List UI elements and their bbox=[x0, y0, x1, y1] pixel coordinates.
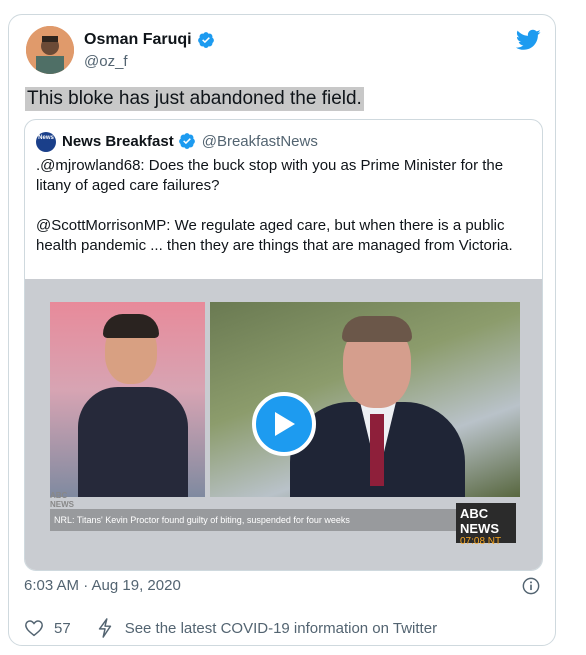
video-player[interactable]: ABC NEWS NRL: Titans' Kevin Proctor foun… bbox=[25, 279, 542, 570]
author-handle[interactable]: @oz_f bbox=[84, 53, 128, 70]
ticker-logo: ABC NEWS bbox=[50, 491, 74, 509]
quoted-author-avatar[interactable]: News bbox=[36, 132, 56, 152]
tweet-timestamp[interactable]: 6:03 AM · Aug 19, 2020 bbox=[24, 577, 181, 594]
tweet-card: Osman Faruqi @oz_f This bloke has just a… bbox=[8, 14, 556, 646]
info-icon[interactable] bbox=[522, 577, 540, 595]
covid-info-link[interactable]: See the latest COVID-19 information on T… bbox=[125, 620, 437, 637]
quoted-author-name[interactable]: News Breakfast @BreakfastNews bbox=[62, 132, 318, 150]
verified-badge-icon bbox=[178, 133, 195, 149]
twitter-bird-icon[interactable] bbox=[516, 29, 541, 51]
quoted-tweet-text: .@mjrowland68: Does the buck stop with y… bbox=[36, 156, 532, 276]
author-avatar[interactable] bbox=[26, 26, 74, 74]
play-button[interactable] bbox=[252, 392, 316, 456]
tweet-actions: 57 See the latest COVID-19 information o… bbox=[24, 618, 437, 638]
author-name[interactable]: Osman Faruqi bbox=[84, 31, 215, 49]
verified-badge-icon bbox=[197, 32, 214, 48]
heart-icon[interactable] bbox=[24, 619, 44, 637]
quoted-author-handle[interactable]: @BreakfastNews bbox=[202, 133, 318, 150]
quoted-author-name-text[interactable]: News Breakfast bbox=[62, 133, 174, 150]
quoted-tweet[interactable]: News News Breakfast @BreakfastNews .@mjr… bbox=[24, 119, 543, 571]
channel-badge-time: 07:08 NT bbox=[460, 536, 502, 547]
like-count[interactable]: 57 bbox=[54, 620, 71, 637]
video-presenter-panel bbox=[50, 302, 205, 497]
tweet-text: This bloke has just abandoned the field. bbox=[25, 87, 364, 111]
lightning-bolt-icon bbox=[98, 618, 111, 638]
news-ticker: NRL: Titans' Kevin Proctor found guilty … bbox=[50, 509, 460, 531]
play-icon bbox=[275, 412, 295, 436]
quoted-paragraph-1: .@mjrowland68: Does the buck stop with y… bbox=[36, 157, 504, 194]
channel-badge-name: ABC NEWS bbox=[460, 506, 499, 536]
channel-badge: ABC NEWS 07:08 NT bbox=[456, 503, 516, 547]
video-guest-panel bbox=[210, 302, 520, 497]
quoted-paragraph-2: @ScottMorrisonMP: We regulate aged care,… bbox=[36, 217, 513, 254]
author-name-text[interactable]: Osman Faruqi bbox=[84, 31, 192, 49]
